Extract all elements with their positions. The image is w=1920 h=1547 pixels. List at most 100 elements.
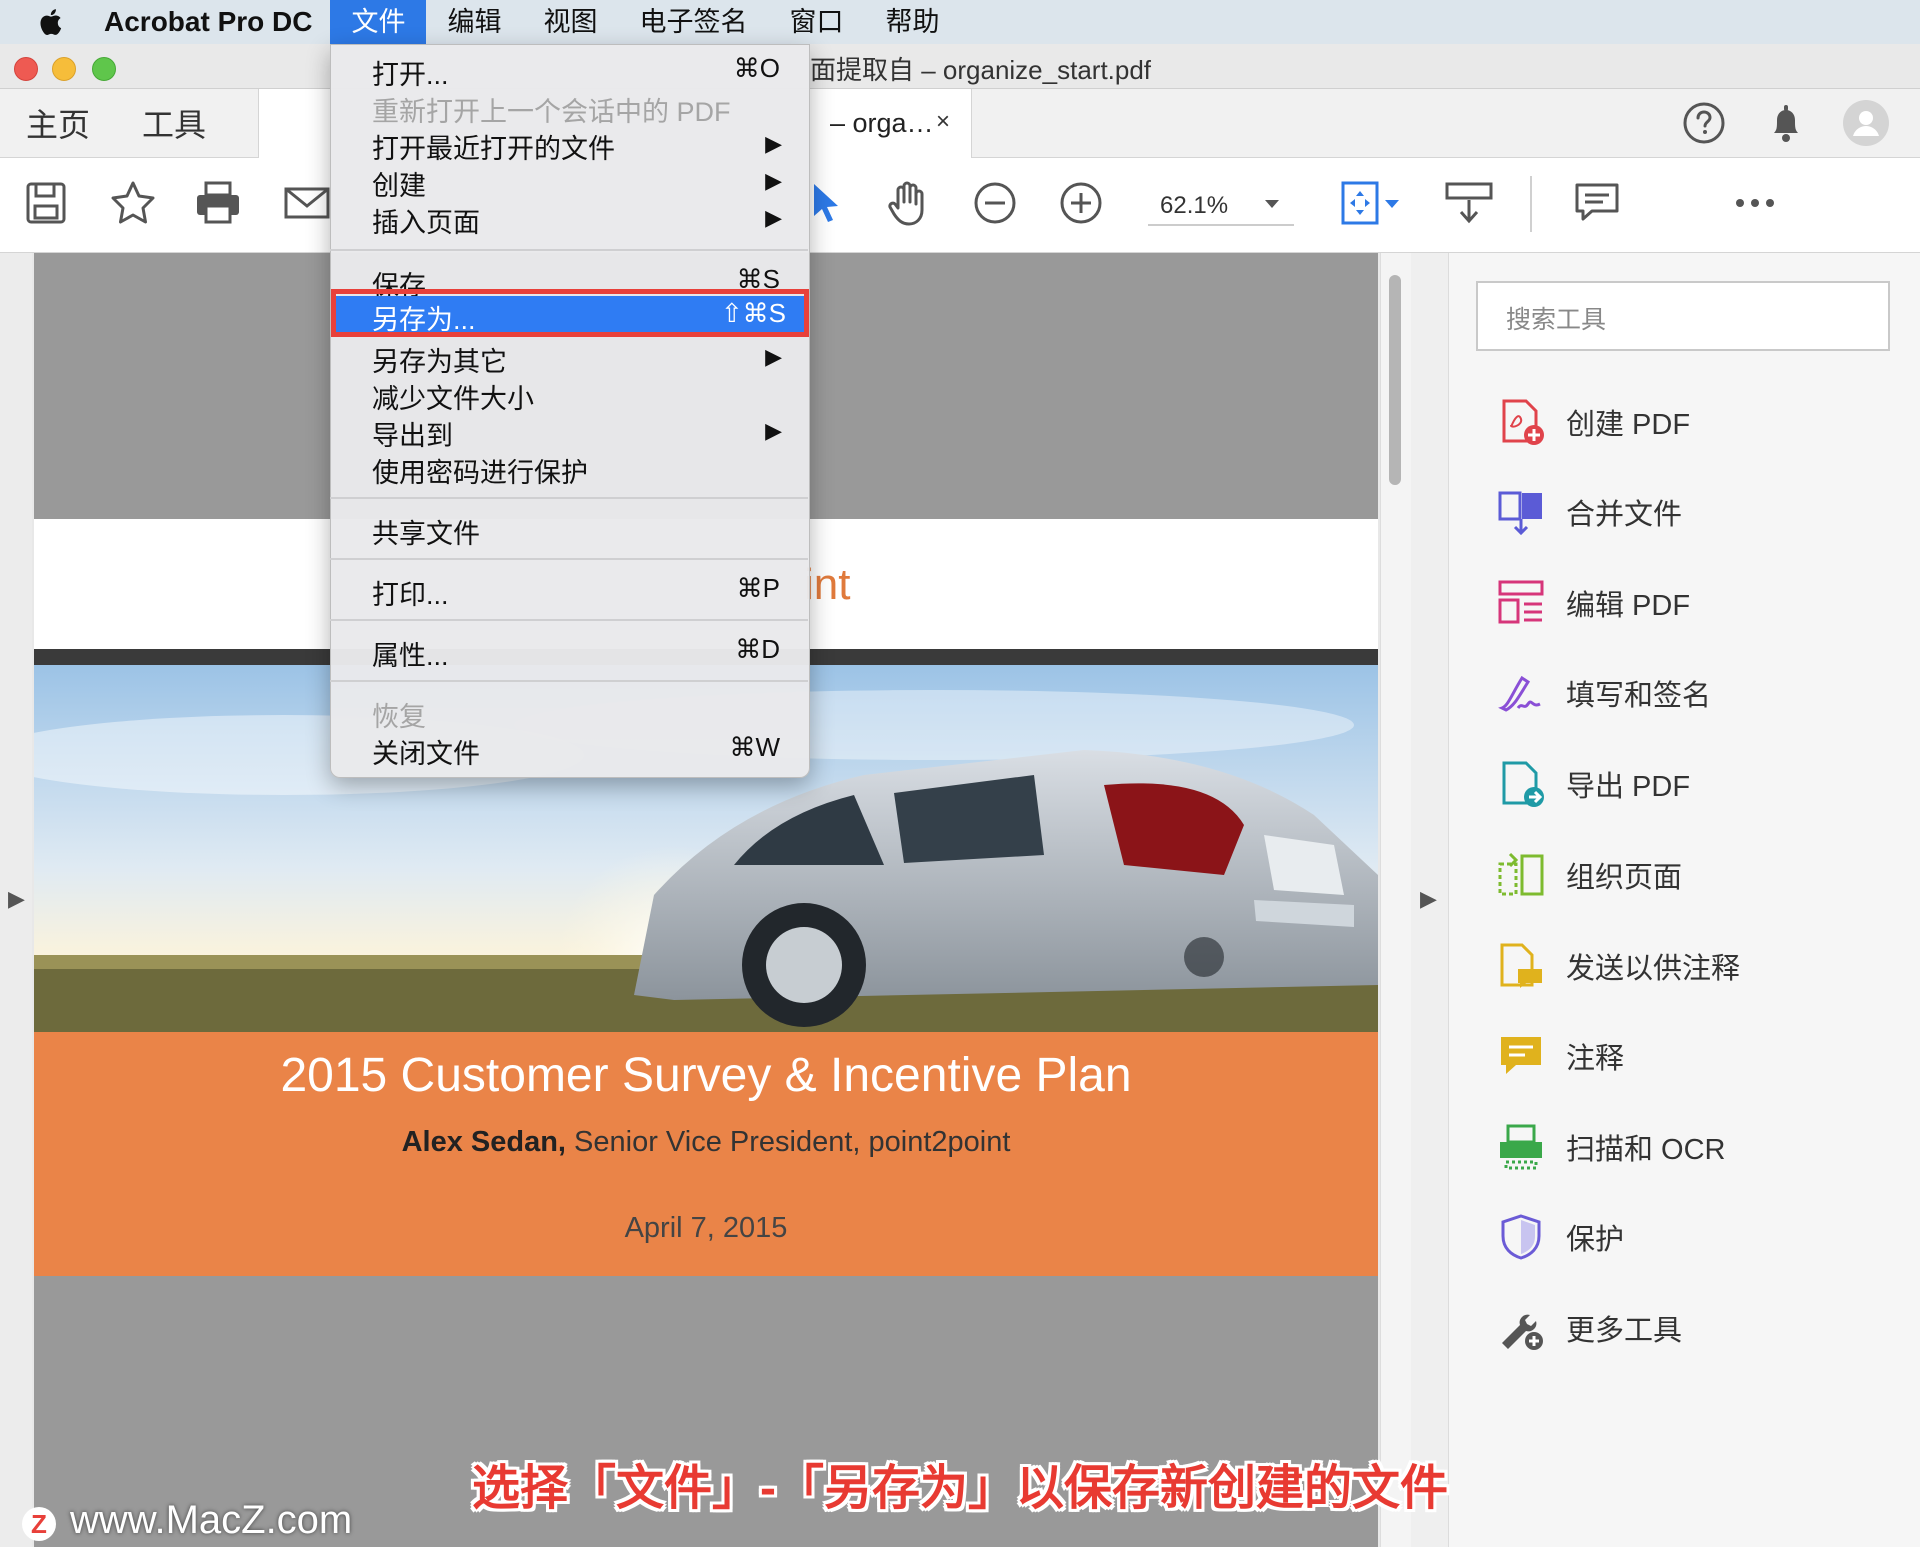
menu-item-reduce-size[interactable]: 减少文件大小 <box>330 375 808 414</box>
page-header-text: int <box>804 560 851 609</box>
menu-separator <box>330 249 808 251</box>
user-avatar-icon[interactable] <box>1842 99 1890 147</box>
search-tools-placeholder[interactable]: 搜索工具 <box>1506 300 1606 336</box>
zoom-window-button[interactable] <box>92 57 116 81</box>
submenu-arrow-icon: ▶ <box>765 205 782 230</box>
app-name[interactable]: Acrobat Pro DC <box>104 6 312 38</box>
menu-item-label[interactable]: 创建 <box>372 164 426 203</box>
menu-item-close-file[interactable]: 关闭文件 ⌘W <box>330 730 808 769</box>
fit-page-icon[interactable] <box>1338 178 1388 228</box>
submenu-arrow-icon: ▶ <box>765 131 782 156</box>
menu-item-label[interactable]: 共享文件 <box>372 512 480 551</box>
minimize-window-button[interactable] <box>52 57 76 81</box>
menu-item-label[interactable]: 插入页面 <box>372 201 480 240</box>
tool-more-tools[interactable]: 更多工具 <box>1496 1300 1682 1356</box>
more-options-icon[interactable] <box>1730 178 1780 228</box>
scroll-mode-icon[interactable] <box>1444 178 1494 228</box>
tool-label[interactable]: 发送以供注释 <box>1566 945 1740 987</box>
menu-item-label: 重新打开上一个会话中的 PDF <box>372 97 731 127</box>
tool-label[interactable]: 组织页面 <box>1566 854 1682 896</box>
window-title: 面提取自 – organize_start.pdf <box>810 55 1152 85</box>
menu-item-export-to[interactable]: 导出到 ▶ <box>330 412 808 451</box>
scrollbar-thumb[interactable] <box>1389 275 1401 485</box>
tab-home[interactable]: 主页 <box>26 100 90 146</box>
tool-label[interactable]: 保护 <box>1566 1216 1624 1258</box>
menu-window[interactable]: 窗口 <box>768 0 864 44</box>
email-icon[interactable] <box>282 178 332 228</box>
tool-label[interactable]: 扫描和 OCR <box>1566 1126 1726 1168</box>
tool-protect[interactable]: 保护 <box>1496 1209 1624 1265</box>
tool-fill-sign[interactable]: 填写和签名 <box>1496 665 1711 721</box>
highlight-box <box>331 289 809 337</box>
menu-help[interactable]: 帮助 <box>864 0 960 44</box>
menu-item-label[interactable]: 打开最近打开的文件 <box>372 127 615 166</box>
tool-label[interactable]: 编辑 PDF <box>1566 582 1690 624</box>
menu-item-properties[interactable]: 属性... ⌘D <box>330 632 808 671</box>
send-comments-icon <box>1500 943 1542 988</box>
zoom-out-icon[interactable] <box>970 178 1020 228</box>
tool-send-for-comments[interactable]: 发送以供注释 <box>1496 938 1740 994</box>
menu-item-print[interactable]: 打印... ⌘P <box>330 571 808 610</box>
menu-item-label[interactable]: 打开... <box>372 53 449 92</box>
organize-pages-icon <box>1498 852 1544 896</box>
comment-tool-icon[interactable] <box>1572 178 1622 228</box>
tool-scan-ocr[interactable]: 扫描和 OCR <box>1496 1119 1726 1175</box>
menu-separator <box>330 558 808 560</box>
menu-item-share[interactable]: 共享文件 <box>330 510 808 549</box>
tool-label[interactable]: 填写和签名 <box>1566 672 1711 714</box>
apple-logo-icon[interactable] <box>36 7 70 37</box>
submenu-arrow-icon: ▶ <box>765 344 782 369</box>
menu-file[interactable]: 文件 <box>330 0 427 44</box>
hand-tool-icon[interactable] <box>884 178 934 228</box>
chevron-down-icon[interactable] <box>1264 198 1280 210</box>
export-pdf-icon <box>1502 761 1544 807</box>
menu-item-label[interactable]: 使用密码进行保护 <box>372 451 588 490</box>
help-icon[interactable] <box>1682 101 1726 145</box>
menu-item-password-protect[interactable]: 使用密码进行保护 <box>330 449 808 488</box>
menu-item-create[interactable]: 创建 ▶ <box>330 162 808 201</box>
menu-item-open[interactable]: 打开... ⌘O <box>330 51 808 90</box>
comment-icon <box>1501 1037 1541 1074</box>
print-icon[interactable] <box>193 178 243 228</box>
menu-bar: Acrobat Pro DC 文件 编辑 视图 电子签名 窗口 帮助 <box>0 0 1920 44</box>
submenu-arrow-icon: ▶ <box>765 418 782 443</box>
tool-comment[interactable]: 注释 <box>1496 1028 1624 1084</box>
right-panel-toggle-icon[interactable]: ▶ <box>1420 886 1437 912</box>
close-tab-icon[interactable]: × <box>936 108 950 136</box>
zoom-in-icon[interactable] <box>1056 178 1106 228</box>
tool-export-pdf[interactable]: 导出 PDF <box>1496 756 1690 812</box>
close-window-button[interactable] <box>14 57 38 81</box>
combine-files-icon <box>1498 491 1542 536</box>
menu-item-open-recent[interactable]: 打开最近打开的文件 ▶ <box>330 125 808 164</box>
tool-label[interactable]: 注释 <box>1566 1035 1624 1077</box>
document-tab-label[interactable]: – orga… <box>830 108 934 139</box>
cover-title: 2015 Customer Survey & Incentive Plan <box>280 1049 1132 1102</box>
notification-bell-icon[interactable] <box>1766 101 1806 145</box>
tool-label[interactable]: 更多工具 <box>1566 1307 1682 1349</box>
menu-item-label[interactable]: 导出到 <box>372 414 453 453</box>
tool-combine-files[interactable]: 合并文件 <box>1496 484 1682 540</box>
fit-dropdown-icon[interactable] <box>1384 198 1400 210</box>
menu-view[interactable]: 视图 <box>522 0 618 44</box>
tool-label[interactable]: 创建 PDF <box>1566 401 1690 443</box>
menu-esign[interactable]: 电子签名 <box>618 0 768 44</box>
menu-edit[interactable]: 编辑 <box>426 0 522 44</box>
zoom-value[interactable]: 62.1% <box>1160 192 1228 220</box>
tool-organize-pages[interactable]: 组织页面 <box>1496 847 1682 903</box>
tool-edit-pdf[interactable]: 编辑 PDF <box>1496 575 1690 631</box>
menu-item-save-as-other[interactable]: 另存为其它 ▶ <box>330 338 808 377</box>
menu-item-label[interactable]: 另存为其它 <box>372 340 507 379</box>
tool-label[interactable]: 导出 PDF <box>1566 763 1690 805</box>
tab-tools[interactable]: 工具 <box>142 100 206 146</box>
menu-item-label[interactable]: 关闭文件 <box>372 732 480 771</box>
menu-item-insert-pages[interactable]: 插入页面 ▶ <box>330 199 808 238</box>
save-icon[interactable] <box>22 178 72 228</box>
menu-item-label[interactable]: 减少文件大小 <box>372 377 534 416</box>
menu-item-shortcut: ⌘O <box>733 53 780 83</box>
menu-item-label[interactable]: 打印... <box>372 573 449 612</box>
tool-create-pdf[interactable]: 创建 PDF <box>1496 394 1690 450</box>
left-panel-toggle-icon[interactable]: ▶ <box>8 886 25 912</box>
tool-label[interactable]: 合并文件 <box>1566 491 1682 533</box>
bookmark-star-icon[interactable] <box>108 178 158 228</box>
menu-item-label[interactable]: 属性... <box>372 634 449 673</box>
